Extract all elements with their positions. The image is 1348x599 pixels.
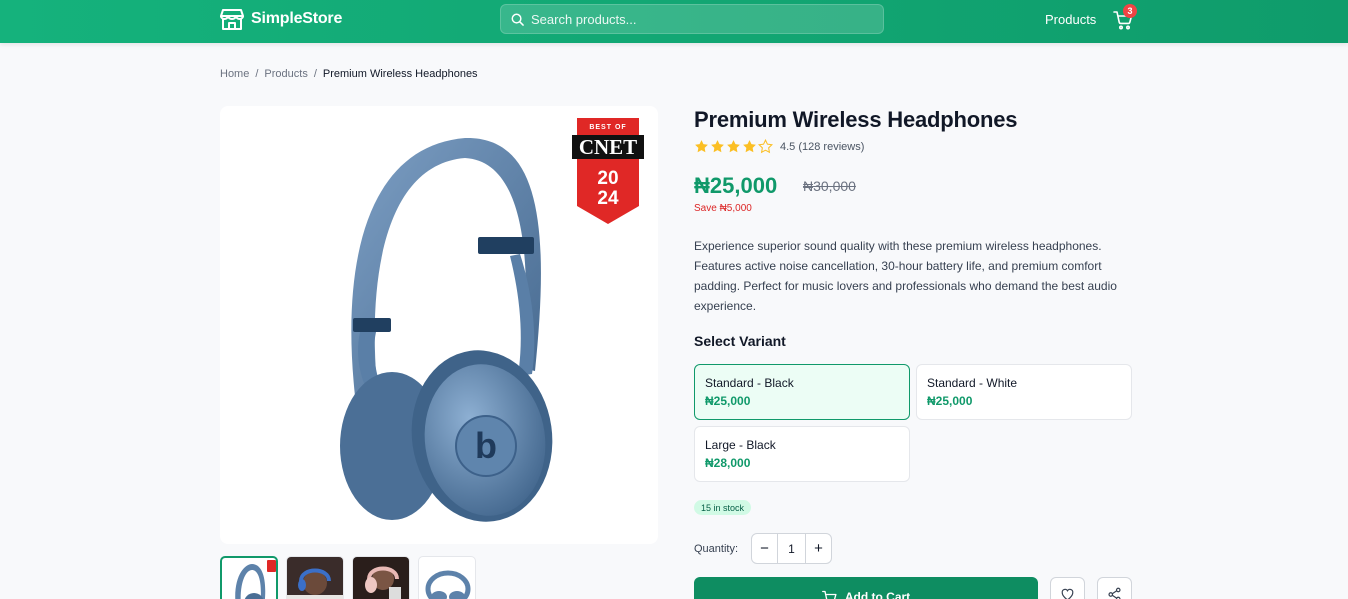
product-description: Experience superior sound quality with t… [694, 239, 1117, 313]
share-icon [1108, 587, 1121, 599]
product-price: ₦25,000 [694, 173, 778, 198]
variant-option[interactable]: Standard - White ₦25,000 [916, 364, 1132, 420]
thumbnail-strip [220, 556, 476, 599]
star-full-icon [743, 140, 756, 153]
brand-logo-link[interactable]: SimpleStore [220, 8, 342, 30]
savings-text: Save ₦5,000 [694, 203, 752, 214]
rating-text: 4.5 (128 reviews) [780, 140, 865, 153]
variant-name: Standard - Black [705, 376, 794, 390]
search-icon [511, 13, 524, 26]
heart-icon [1061, 588, 1074, 599]
variant-option[interactable]: Standard - Black ₦25,000 [694, 364, 910, 420]
variant-label: Select Variant [694, 333, 786, 349]
share-button[interactable] [1097, 577, 1132, 599]
breadcrumb-products[interactable]: Products [264, 68, 307, 80]
top-navbar: SimpleStore Products 3 [0, 0, 1348, 43]
variant-name: Large - Black [705, 438, 776, 452]
breadcrumb-current: Premium Wireless Headphones [322, 68, 478, 80]
svg-text:20: 20 [597, 168, 618, 189]
decrease-quantity-button[interactable]: − [752, 534, 778, 563]
cnet-award-badge: BEST OF CNET 20 24 [572, 118, 644, 224]
variant-price: ₦25,000 [927, 394, 973, 408]
wishlist-button[interactable] [1050, 577, 1085, 599]
store-icon [220, 9, 244, 30]
variant-price: ₦28,000 [705, 456, 751, 470]
add-to-cart-button[interactable]: Add to Cart [694, 577, 1038, 599]
thumbnail-1[interactable] [220, 556, 278, 599]
increase-quantity-button[interactable]: + [805, 534, 831, 563]
quantity-input[interactable] [778, 534, 805, 563]
nav-products-link[interactable]: Products [1045, 12, 1096, 27]
svg-text:CNET: CNET [579, 135, 637, 159]
search-bar[interactable] [500, 4, 884, 34]
svg-text:24: 24 [597, 188, 619, 209]
breadcrumb-separator: / [255, 68, 259, 80]
breadcrumb: Home / Products / Premium Wireless Headp… [220, 68, 478, 80]
variant-name: Standard - White [927, 376, 1018, 390]
product-main-image[interactable]: b BEST OF CNET 20 24 [220, 106, 658, 544]
star-full-icon [695, 140, 708, 153]
variant-option[interactable]: Large - Black ₦28,000 [694, 426, 910, 482]
cart-icon [821, 590, 837, 599]
svg-text:b: b [475, 425, 497, 466]
breadcrumb-home[interactable]: Home [220, 68, 249, 80]
variant-price: ₦25,000 [705, 394, 751, 408]
star-empty-icon [758, 139, 773, 154]
quantity-stepper: − + [751, 533, 832, 564]
add-to-cart-label: Add to Cart [844, 590, 911, 599]
thumbnail-4[interactable] [418, 556, 476, 599]
cart-count-badge: 3 [1123, 4, 1137, 18]
svg-text:BEST OF: BEST OF [589, 124, 626, 131]
thumbnail-3[interactable] [352, 556, 410, 599]
brand-name: SimpleStore [251, 10, 343, 27]
search-input[interactable] [531, 11, 851, 27]
quantity-label: Quantity: [694, 543, 739, 555]
breadcrumb-separator: / [313, 68, 317, 80]
star-full-icon [727, 140, 740, 153]
thumbnail-2[interactable] [286, 556, 344, 599]
product-rating: 4.5 (128 reviews) [694, 139, 864, 154]
stock-badge: 15 in stock [694, 500, 752, 515]
star-full-icon [711, 140, 724, 153]
product-title: Premium Wireless Headphones [694, 107, 1018, 132]
product-old-price: ₦30,000 [803, 178, 856, 194]
